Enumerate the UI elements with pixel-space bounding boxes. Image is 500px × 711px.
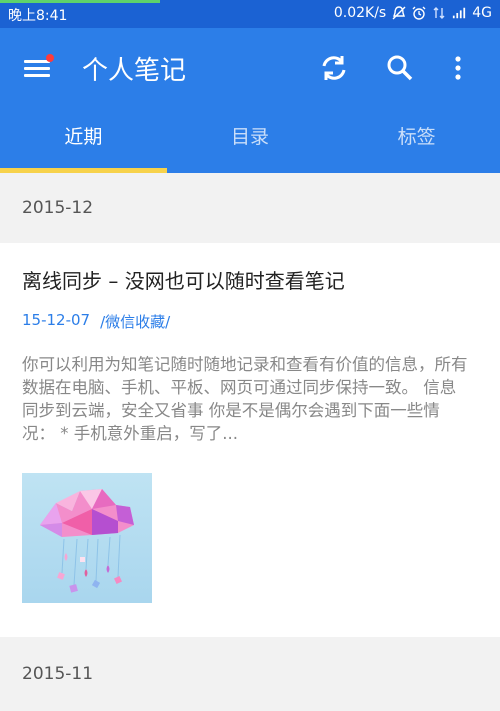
tab-recent[interactable]: 近期 — [0, 106, 167, 168]
signal-icon — [453, 7, 466, 19]
note-excerpt: 你可以利用为知笔记随时随地记录和查看有价值的信息，所有数据在电脑、手机、平板、网… — [22, 355, 468, 443]
app-toolbar: 个人笔记 — [0, 28, 500, 106]
note-thumbnail — [22, 473, 152, 603]
network-speed: 0.02K/s — [333, 5, 387, 21]
more-vert-icon[interactable] — [442, 52, 474, 84]
status-time: 晚上8:41 — [8, 8, 68, 24]
note-card[interactable]: 离线同步 – 没网也可以随时查看笔记 15-12-07 /微信收藏/ 你可以利用… — [0, 243, 500, 637]
note-date: 15-12-07 — [22, 311, 91, 329]
data-transfer-icon — [433, 7, 445, 19]
menu-button[interactable] — [22, 54, 54, 80]
status-right: 0.02K/s 4G — [334, 5, 492, 21]
network-type: 4G — [472, 5, 492, 21]
cloud-rain-illustration — [40, 489, 134, 593]
tab-catalog[interactable]: 目录 — [167, 106, 334, 168]
note-meta: 15-12-07 /微信收藏/ — [22, 311, 170, 332]
note-title: 离线同步 – 没网也可以随时查看笔记 — [22, 269, 345, 293]
status-bar: 晚上8:41 0.02K/s 4G — [0, 0, 500, 28]
section-header: 2015-12 — [0, 173, 500, 243]
search-icon[interactable] — [384, 52, 416, 84]
notification-dot — [46, 54, 54, 62]
section-header: 2015-11 — [0, 637, 500, 711]
sync-icon[interactable] — [318, 52, 350, 84]
tab-bar: 近期 目录 标签 — [0, 106, 500, 168]
tab-tags[interactable]: 标签 — [333, 106, 500, 168]
app-title: 个人笔记 — [82, 56, 187, 86]
alarm-icon — [412, 6, 426, 20]
notification-off-icon — [392, 6, 406, 20]
status-progress — [0, 0, 160, 3]
note-folder[interactable]: /微信收藏/ — [100, 311, 170, 332]
